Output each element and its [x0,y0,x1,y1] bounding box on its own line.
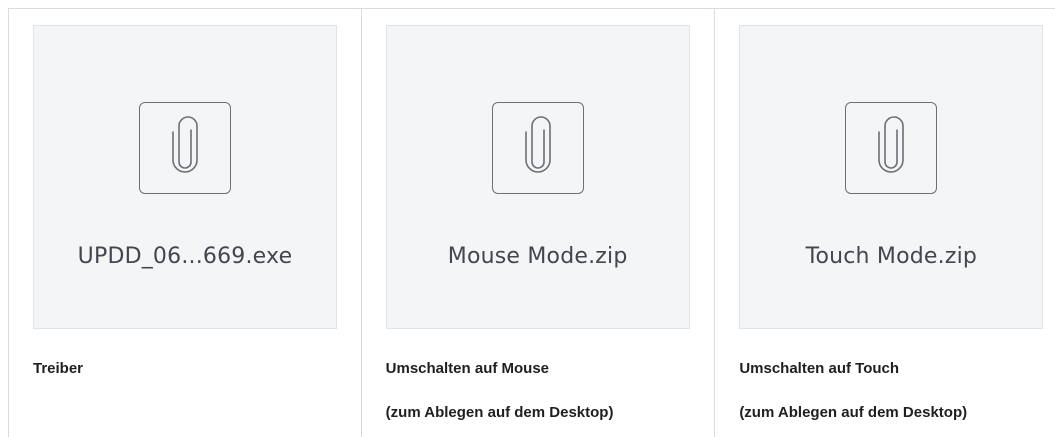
attachment-thumbnail-1[interactable]: UPDD_06...669.exe [33,25,337,329]
attachment-filename[interactable]: Touch Mode.zip [740,244,1042,269]
attachment-filename[interactable]: Mouse Mode.zip [387,244,689,269]
attachment-thumbnail-2[interactable]: Mouse Mode.zip [385,25,690,329]
attachment-caption: Umschalten auf Mouse [385,360,550,377]
paperclip-icon [139,102,231,194]
attachment-cell-2: Mouse Mode.zip Umschalten auf Mouse (zum… [362,9,716,437]
paperclip-icon [491,102,584,194]
attachment-caption: Umschalten auf Touch [739,360,900,377]
attachment-cell-3: Touch Mode.zip Umschalten auf Touch (zum… [715,9,1055,437]
attachment-caption-note: (zum Ablegen auf dem Desktop) [739,404,968,421]
paperclip-icon [845,102,938,194]
attachment-caption: Treiber [33,360,84,377]
attachment-cell-1: UPDD_06...669.exe Treiber [9,9,362,437]
attachment-caption-note: (zum Ablegen auf dem Desktop) [385,404,614,421]
attachment-filename[interactable]: UPDD_06...669.exe [34,244,336,269]
attachments-table: UPDD_06...669.exe Treiber Mouse Mode.zip… [8,8,1055,437]
attachment-thumbnail-3[interactable]: Touch Mode.zip [739,25,1044,329]
